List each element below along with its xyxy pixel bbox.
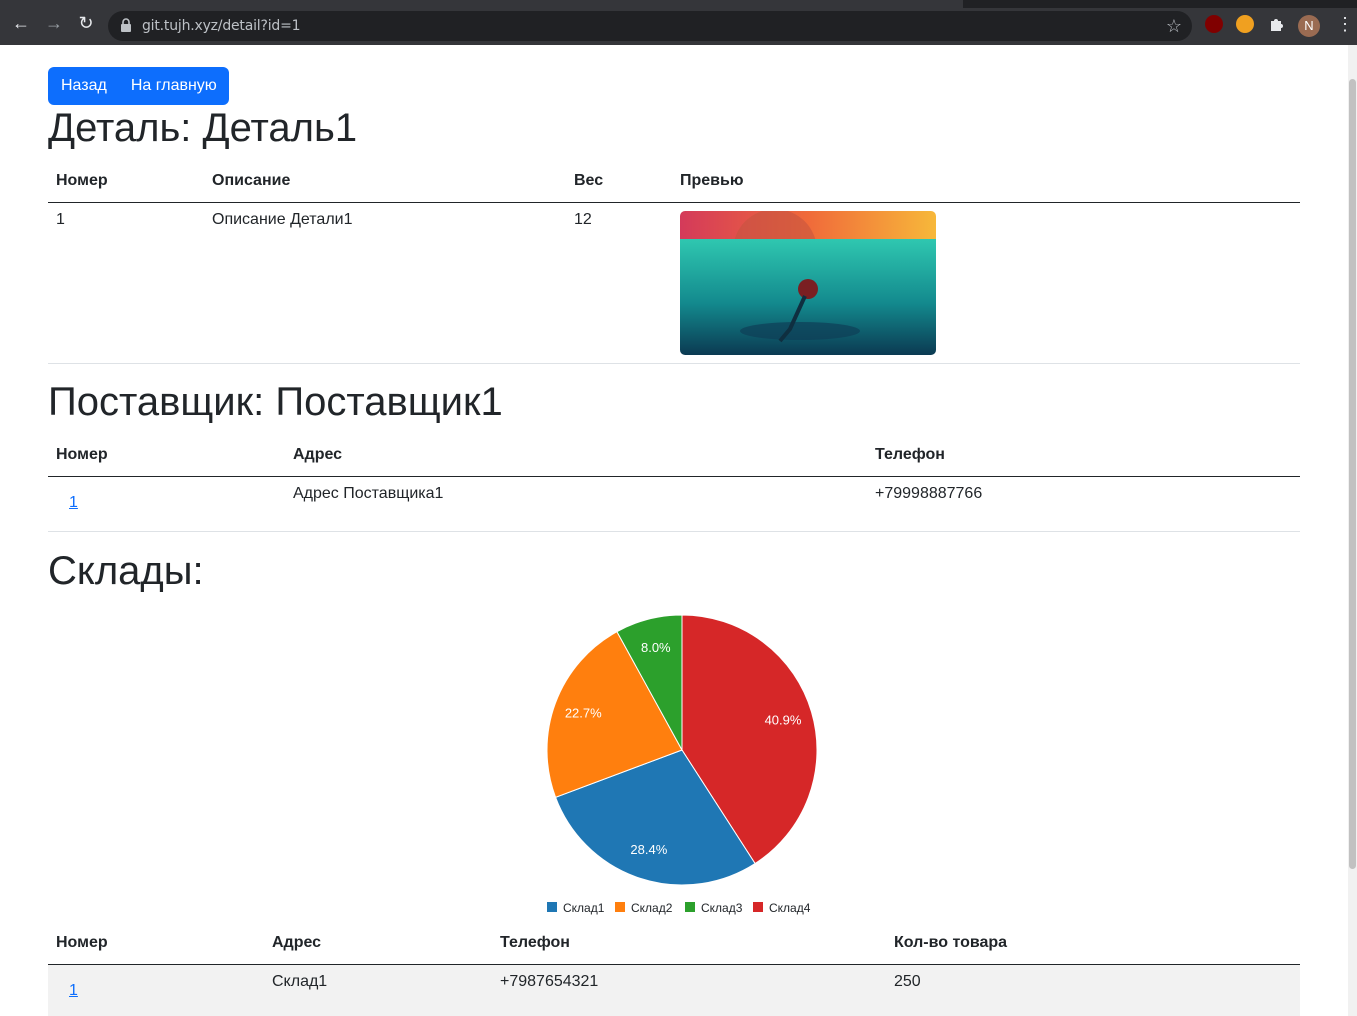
column-header: Телефон (492, 922, 886, 965)
warehouses-heading: Склады: (48, 549, 204, 593)
legend-label: Склад4 (769, 901, 811, 915)
column-header: Описание (204, 160, 566, 203)
legend-swatch (685, 902, 695, 912)
warehouse-number-cell: 1 (48, 964, 264, 1016)
pie-slice-label: 40.9% (765, 712, 802, 727)
scrollbar-thumb[interactable] (1349, 79, 1356, 869)
preview-cell (672, 202, 1300, 364)
supplier-phone: +79998887766 (867, 476, 1300, 532)
supplier-table: Номер Адрес Телефон 1 Адрес Поставщика1 … (48, 434, 1300, 532)
home-button[interactable]: На главную (119, 67, 229, 105)
ublock-extension-icon[interactable] (1205, 15, 1223, 33)
table-header-row: Номер Адрес Телефон (48, 434, 1300, 477)
legend-label: Склад2 (631, 901, 673, 915)
legend-swatch (615, 902, 625, 912)
warehouses-table: Номер Адрес Телефон Кол-во товара 1 Скла… (48, 922, 1300, 1016)
supplier-number-link[interactable]: 1 (69, 494, 78, 511)
column-header: Превью (672, 160, 1300, 203)
preview-image (680, 210, 936, 355)
column-header: Кол-во товара (886, 922, 1300, 965)
detail-heading: Деталь: Деталь1 (48, 106, 358, 150)
column-header: Телефон (867, 434, 1300, 477)
table-header-row: Номер Описание Вес Превью (48, 160, 1300, 203)
pie-slice-label: 28.4% (630, 842, 667, 857)
column-header: Адрес (285, 434, 867, 477)
scrollbar[interactable] (1348, 45, 1357, 1016)
column-header: Номер (48, 922, 264, 965)
column-header: Вес (566, 160, 672, 203)
pie-chart-svg: 40.9% 28.4% 22.7% 8.0% Склад1 Склад2 Склад3 Скл… (546, 614, 818, 915)
legend-swatch (547, 902, 557, 912)
browser-toolbar: ← → ↻ git.tujh.xyz/detail?id=1 ☆ N ⋮ (0, 0, 1357, 45)
legend-swatch (753, 902, 763, 912)
avatar[interactable]: N (1298, 15, 1320, 37)
supplier-heading: Поставщик: Поставщик1 (48, 380, 503, 424)
column-header: Номер (48, 434, 285, 477)
column-header: Номер (48, 160, 204, 203)
nav-button-group: Назад На главную (48, 67, 229, 105)
bookmark-star-icon[interactable]: ☆ (1166, 16, 1182, 36)
tab-strip (0, 0, 1357, 8)
detail-weight: 12 (566, 202, 672, 364)
supplier-address: Адрес Поставщика1 (285, 476, 867, 532)
forward-arrow-icon[interactable]: → (44, 13, 64, 33)
lock-icon (121, 18, 131, 32)
supplier-number-cell: 1 (48, 476, 285, 532)
pie-slice-label: 22.7% (565, 705, 602, 720)
back-button[interactable]: Назад (48, 67, 119, 105)
detail-number: 1 (48, 202, 204, 364)
detail-description: Описание Детали1 (204, 202, 566, 364)
menu-kebab-icon[interactable]: ⋮ (1336, 14, 1354, 34)
table-row: 1 Адрес Поставщика1 +79998887766 (48, 476, 1300, 532)
detail-table: Номер Описание Вес Превью 1 Описание Дет… (48, 160, 1300, 364)
warehouse-address: Склад1 (264, 964, 492, 1016)
extension-icon[interactable] (1236, 15, 1254, 33)
table-row: 1 Склад1 +7987654321 250 (48, 964, 1300, 1016)
puzzle-icon[interactable] (1268, 15, 1286, 33)
warehouse-pie-chart: 40.9% 28.4% 22.7% 8.0% Склад1 Склад2 Склад3 Скл… (538, 606, 828, 922)
legend-label: Склад1 (563, 901, 605, 915)
warehouse-number-link[interactable]: 1 (69, 982, 78, 999)
table-header-row: Номер Адрес Телефон Кол-во товара (48, 922, 1300, 965)
legend-label: Склад3 (701, 901, 743, 915)
url-text: git.tujh.xyz/detail?id=1 (142, 18, 301, 34)
back-arrow-icon[interactable]: ← (11, 13, 31, 33)
warehouse-phone: +7987654321 (492, 964, 886, 1016)
column-header: Адрес (264, 922, 492, 965)
address-bar[interactable]: git.tujh.xyz/detail?id=1 ☆ (108, 11, 1192, 41)
pie-slice-label: 8.0% (641, 640, 671, 655)
warehouse-quantity: 250 (886, 964, 1300, 1016)
table-row: 1 Описание Детали1 12 (48, 202, 1300, 364)
reload-icon[interactable]: ↻ (76, 13, 96, 33)
